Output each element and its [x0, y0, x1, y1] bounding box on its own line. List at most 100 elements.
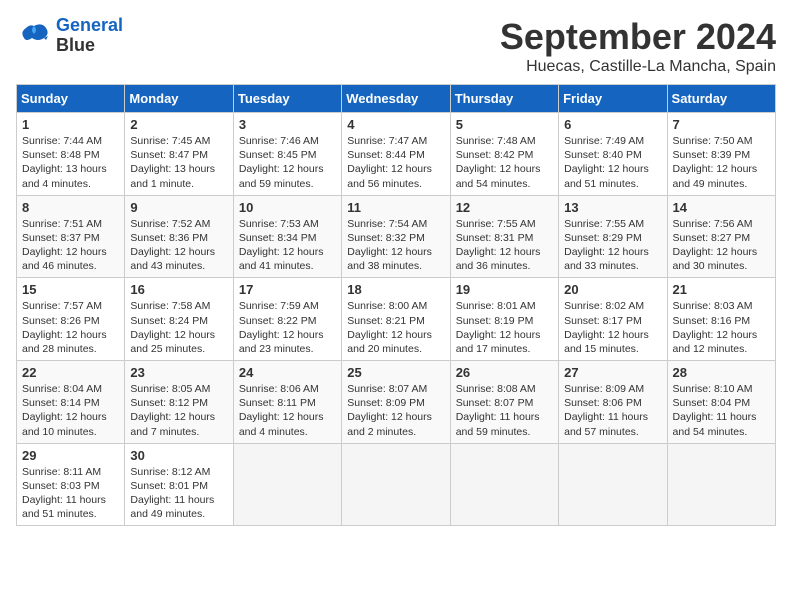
day-number: 17: [239, 282, 336, 297]
day-info: Sunrise: 7:52 AM Sunset: 8:36 PM Dayligh…: [130, 217, 227, 274]
day-info: Sunrise: 7:55 AM Sunset: 8:29 PM Dayligh…: [564, 217, 661, 274]
day-cell: 18 Sunrise: 8:00 AM Sunset: 8:21 PM Dayli…: [342, 278, 450, 361]
day-info: Sunrise: 8:00 AM Sunset: 8:21 PM Dayligh…: [347, 299, 444, 356]
day-cell: 6 Sunrise: 7:49 AM Sunset: 8:40 PM Daylig…: [559, 113, 667, 196]
week-row-5: 29 Sunrise: 8:11 AM Sunset: 8:03 PM Dayli…: [17, 443, 776, 526]
day-number: 26: [456, 365, 553, 380]
day-number: 13: [564, 200, 661, 215]
day-number: 20: [564, 282, 661, 297]
day-number: 15: [22, 282, 119, 297]
day-info: Sunrise: 7:57 AM Sunset: 8:26 PM Dayligh…: [22, 299, 119, 356]
weekday-monday: Monday: [125, 85, 233, 113]
day-number: 3: [239, 117, 336, 132]
day-cell: 5 Sunrise: 7:48 AM Sunset: 8:42 PM Daylig…: [450, 113, 558, 196]
day-cell: [559, 443, 667, 526]
day-info: Sunrise: 7:55 AM Sunset: 8:31 PM Dayligh…: [456, 217, 553, 274]
day-cell: 26 Sunrise: 8:08 AM Sunset: 8:07 PM Dayli…: [450, 361, 558, 444]
day-cell: 23Sunrise: 8:05 AM Sunset: 8:12 PM Dayli…: [125, 361, 233, 444]
day-cell: 29 Sunrise: 8:11 AM Sunset: 8:03 PM Dayli…: [17, 443, 125, 526]
day-number: 12: [456, 200, 553, 215]
day-info: Sunrise: 7:59 AM Sunset: 8:22 PM Dayligh…: [239, 299, 336, 356]
day-number: 1: [22, 117, 119, 132]
day-cell: 7 Sunrise: 7:50 AM Sunset: 8:39 PM Daylig…: [667, 113, 775, 196]
week-row-1: 1 Sunrise: 7:44 AM Sunset: 8:48 PM Daylig…: [17, 113, 776, 196]
day-info: Sunrise: 7:47 AM Sunset: 8:44 PM Dayligh…: [347, 134, 444, 191]
day-number: 5: [456, 117, 553, 132]
day-info: Sunrise: 7:45 AM Sunset: 8:47 PM Dayligh…: [130, 134, 227, 191]
day-info: Sunrise: 8:12 AM Sunset: 8:01 PM Dayligh…: [130, 465, 227, 522]
calendar-table: SundayMondayTuesdayWednesdayThursdayFrid…: [16, 84, 776, 526]
day-cell: [233, 443, 341, 526]
day-cell: 13 Sunrise: 7:55 AM Sunset: 8:29 PM Dayli…: [559, 195, 667, 278]
day-number: 29: [22, 448, 119, 463]
weekday-tuesday: Tuesday: [233, 85, 341, 113]
week-row-2: 8Sunrise: 7:51 AM Sunset: 8:37 PM Daylig…: [17, 195, 776, 278]
day-number: 7: [673, 117, 770, 132]
day-cell: [667, 443, 775, 526]
day-cell: 27 Sunrise: 8:09 AM Sunset: 8:06 PM Dayli…: [559, 361, 667, 444]
header: General Blue September 2024 Huecas, Cast…: [16, 16, 776, 76]
day-info: Sunrise: 7:46 AM Sunset: 8:45 PM Dayligh…: [239, 134, 336, 191]
day-info: Sunrise: 7:44 AM Sunset: 8:48 PM Dayligh…: [22, 134, 119, 191]
location-title: Huecas, Castille-La Mancha, Spain: [500, 58, 776, 76]
month-title: September 2024: [500, 16, 776, 58]
day-number: 14: [673, 200, 770, 215]
day-info: Sunrise: 7:49 AM Sunset: 8:40 PM Dayligh…: [564, 134, 661, 191]
day-info: Sunrise: 8:03 AM Sunset: 8:16 PM Dayligh…: [673, 299, 770, 356]
day-cell: 9 Sunrise: 7:52 AM Sunset: 8:36 PM Daylig…: [125, 195, 233, 278]
day-cell: 14 Sunrise: 7:56 AM Sunset: 8:27 PM Dayli…: [667, 195, 775, 278]
day-cell: 20 Sunrise: 8:02 AM Sunset: 8:17 PM Dayli…: [559, 278, 667, 361]
weekday-saturday: Saturday: [667, 85, 775, 113]
day-number: 18: [347, 282, 444, 297]
day-cell: 19Sunrise: 8:01 AM Sunset: 8:19 PM Dayli…: [450, 278, 558, 361]
day-info: Sunrise: 8:01 AM Sunset: 8:19 PM Dayligh…: [456, 299, 553, 356]
day-number: 28: [673, 365, 770, 380]
day-info: Sunrise: 8:09 AM Sunset: 8:06 PM Dayligh…: [564, 382, 661, 439]
weekday-friday: Friday: [559, 85, 667, 113]
weekday-wednesday: Wednesday: [342, 85, 450, 113]
day-number: 6: [564, 117, 661, 132]
day-number: 2: [130, 117, 227, 132]
day-number: 25: [347, 365, 444, 380]
day-number: 22: [22, 365, 119, 380]
day-cell: 22Sunrise: 8:04 AM Sunset: 8:14 PM Dayli…: [17, 361, 125, 444]
day-info: Sunrise: 7:58 AM Sunset: 8:24 PM Dayligh…: [130, 299, 227, 356]
title-area: September 2024 Huecas, Castille-La Manch…: [500, 16, 776, 76]
weekday-sunday: Sunday: [17, 85, 125, 113]
logo-line1: General: [56, 15, 123, 35]
day-number: 21: [673, 282, 770, 297]
day-info: Sunrise: 8:07 AM Sunset: 8:09 PM Dayligh…: [347, 382, 444, 439]
day-info: Sunrise: 7:50 AM Sunset: 8:39 PM Dayligh…: [673, 134, 770, 191]
logo-text: General Blue: [56, 16, 123, 56]
logo: General Blue: [16, 16, 123, 56]
day-number: 27: [564, 365, 661, 380]
day-number: 10: [239, 200, 336, 215]
weekday-thursday: Thursday: [450, 85, 558, 113]
day-number: 16: [130, 282, 227, 297]
logo-line2: Blue: [56, 36, 123, 56]
day-number: 9: [130, 200, 227, 215]
day-cell: 28 Sunrise: 8:10 AM Sunset: 8:04 PM Dayli…: [667, 361, 775, 444]
day-info: Sunrise: 8:02 AM Sunset: 8:17 PM Dayligh…: [564, 299, 661, 356]
day-info: Sunrise: 7:54 AM Sunset: 8:32 PM Dayligh…: [347, 217, 444, 274]
day-cell: 21 Sunrise: 8:03 AM Sunset: 8:16 PM Dayli…: [667, 278, 775, 361]
weekday-header-row: SundayMondayTuesdayWednesdayThursdayFrid…: [17, 85, 776, 113]
day-info: Sunrise: 8:06 AM Sunset: 8:11 PM Dayligh…: [239, 382, 336, 439]
day-cell: [450, 443, 558, 526]
day-info: Sunrise: 8:08 AM Sunset: 8:07 PM Dayligh…: [456, 382, 553, 439]
day-info: Sunrise: 7:56 AM Sunset: 8:27 PM Dayligh…: [673, 217, 770, 274]
day-number: 11: [347, 200, 444, 215]
day-info: Sunrise: 8:11 AM Sunset: 8:03 PM Dayligh…: [22, 465, 119, 522]
day-cell: 3 Sunrise: 7:46 AM Sunset: 8:45 PM Daylig…: [233, 113, 341, 196]
day-cell: 10Sunrise: 7:53 AM Sunset: 8:34 PM Dayli…: [233, 195, 341, 278]
day-number: 23: [130, 365, 227, 380]
day-info: Sunrise: 8:10 AM Sunset: 8:04 PM Dayligh…: [673, 382, 770, 439]
day-cell: 12 Sunrise: 7:55 AM Sunset: 8:31 PM Dayli…: [450, 195, 558, 278]
day-number: 8: [22, 200, 119, 215]
day-cell: 30 Sunrise: 8:12 AM Sunset: 8:01 PM Dayli…: [125, 443, 233, 526]
day-number: 30: [130, 448, 227, 463]
day-info: Sunrise: 7:48 AM Sunset: 8:42 PM Dayligh…: [456, 134, 553, 191]
day-cell: 24 Sunrise: 8:06 AM Sunset: 8:11 PM Dayli…: [233, 361, 341, 444]
day-number: 24: [239, 365, 336, 380]
day-cell: [342, 443, 450, 526]
